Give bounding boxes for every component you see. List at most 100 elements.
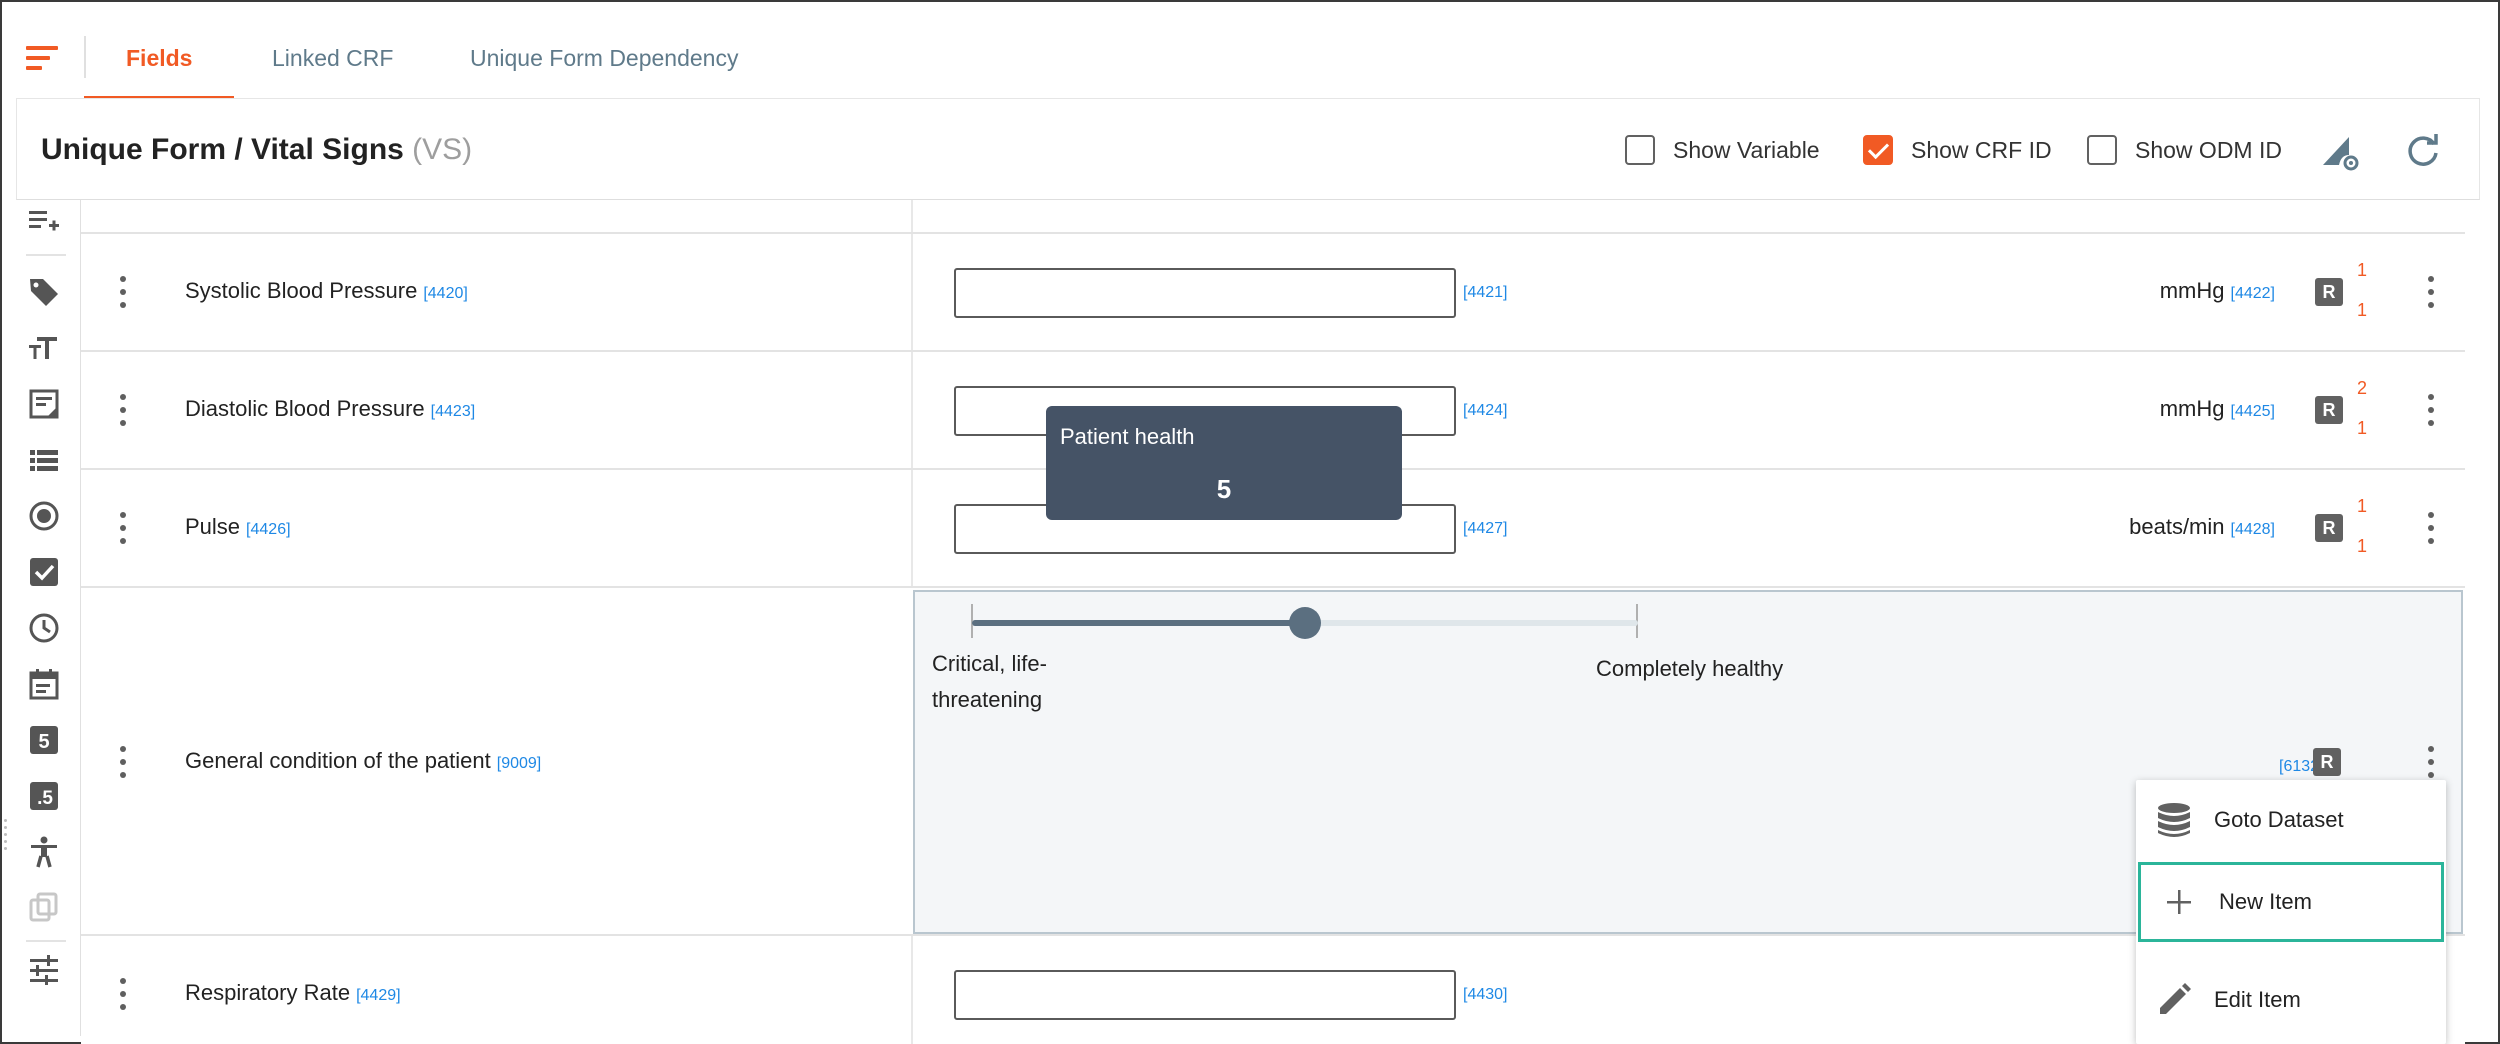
row-menu-icon[interactable] [119,746,127,778]
checkbox-box-checked[interactable] [1863,135,1893,165]
tool-divider [26,254,66,256]
context-menu: Goto Dataset New Item Edit Item [2136,780,2446,1044]
row-actions-icon[interactable] [2427,394,2435,426]
tune-icon[interactable] [24,952,64,988]
form-header: Unique Form / Vital Signs (VS) Show Vari… [16,98,2480,200]
slider-thumb[interactable] [1289,607,1321,639]
input-id: [4427] [1463,520,1508,537]
row-menu-icon[interactable] [119,978,127,1010]
checkbox-icon[interactable] [24,554,64,590]
field-id: [4426] [246,521,291,538]
page-title: Unique Form / Vital Signs (VS) [41,133,472,167]
row-menu-icon[interactable] [119,512,127,544]
settings-triangle-icon[interactable] [2317,129,2361,173]
form-title-text: Unique Form / Vital Signs [41,133,404,166]
table-row: Systolic Blood Pressure [4420] [4421] mmH… [81,234,2465,352]
slider-fill [972,620,1305,626]
calendar-icon[interactable] [24,666,64,702]
plus-icon [2157,880,2201,924]
tool-divider [26,940,66,942]
add-list-icon[interactable] [24,204,64,240]
count-bottom: 1 [2356,300,2367,320]
row-actions-icon[interactable] [2427,746,2435,778]
menu-item-label: Edit Item [2214,987,2301,1012]
field-id: [4420] [423,285,468,302]
note-icon[interactable] [24,386,64,422]
tab-fields[interactable]: Fields [126,2,192,98]
text-size-icon[interactable] [24,330,64,366]
copy-icon[interactable] [24,890,64,926]
checkbox-box[interactable] [2087,135,2117,165]
field-id: [4429] [356,987,401,1004]
checkbox-box[interactable] [1625,135,1655,165]
count-top: 1 [2356,260,2367,280]
respiratory-input[interactable] [954,970,1456,1020]
field-list: Systolic Blood Pressure [4420] [4421] mmH… [80,200,2465,1044]
tooltip-value: 5 [1216,474,1232,504]
pencil-icon [2152,978,2196,1022]
list-icon[interactable] [24,442,64,478]
systolic-input[interactable] [954,268,1456,318]
required-badge: R [2315,278,2343,306]
edit-item-menu-item[interactable]: Edit Item [2136,960,2446,1040]
resize-grip[interactable] [4,815,10,865]
table-row: Respiratory Rate [4429] [4430] [81,936,2465,1044]
slider-min-label: Critical, life- threatening [932,651,1047,712]
menu-item-label: Goto Dataset [2214,807,2344,832]
field-type-toolbar: 5 .5 [16,200,76,1036]
database-icon [2152,798,2196,842]
slider-max-label: Completely healthy [1596,656,1784,681]
radio-icon[interactable] [24,498,64,534]
table-row [81,200,2465,234]
row-menu-icon[interactable] [119,276,127,308]
row-actions-icon[interactable] [2427,512,2435,544]
row-menu-icon[interactable] [119,394,127,426]
new-item-menu-item[interactable]: New Item [2138,862,2444,942]
table-row: General condition of the patient [9009] [… [81,588,2465,936]
unit-label: beats/min [4428] [2129,514,2275,539]
show-odm-id-label: Show ODM ID [2135,136,2282,163]
show-crf-id-checkbox[interactable]: Show CRF ID [1863,135,2052,165]
input-id: [4430] [1463,986,1508,1003]
field-id: [4423] [430,403,476,420]
show-variable-checkbox[interactable]: Show Variable [1625,135,1820,165]
show-variable-label: Show Variable [1673,136,1820,163]
slider-tooltip: Patient health 5 [1046,406,1402,520]
field-label: General condition of the patient [9009] [185,748,542,773]
unit-label: mmHg [4425] [2159,396,2275,421]
required-badge: R [2315,514,2343,542]
count-bottom: 1 [2356,418,2367,438]
input-id: [4421] [1463,284,1508,301]
tab-bar: Fields Linked CRF Unique Form Dependency [2,2,2496,99]
menu-item-label: New Item [2219,889,2312,914]
goto-dataset-menu-item[interactable]: Goto Dataset [2136,780,2446,860]
refresh-icon[interactable] [2403,131,2443,171]
show-crf-id-label: Show CRF ID [1911,136,2052,163]
input-id: [4424] [1463,402,1508,419]
menu-icon[interactable] [26,46,58,70]
required-badge: R [2315,396,2343,424]
field-label: Respiratory Rate [4429] [185,980,401,1005]
tab-linked-crf[interactable]: Linked CRF [272,2,393,98]
field-label: Systolic Blood Pressure [4420] [185,278,468,303]
tab-unique-form-dependency[interactable]: Unique Form Dependency [470,2,738,98]
count-top: 1 [2356,496,2367,516]
tooltip-title: Patient health [1060,424,1195,449]
unit-label: mmHg [4422] [2159,278,2275,303]
show-odm-id-checkbox[interactable]: Show ODM ID [2087,135,2282,165]
count-top: 2 [2356,378,2367,398]
form-code: (VS) [412,133,473,166]
svg-text:5: 5 [38,731,49,753]
clock-icon[interactable] [24,610,64,646]
accessibility-icon[interactable] [24,834,64,870]
tab-divider [84,36,86,78]
count-bottom: 1 [2356,536,2367,556]
svg-text:.5: .5 [37,788,53,809]
field-label: Pulse [4426] [185,514,291,539]
required-badge: R [2313,748,2341,776]
tag-icon[interactable] [24,274,64,310]
decimal-icon[interactable]: .5 [24,778,64,814]
number-icon[interactable]: 5 [24,722,64,758]
row-actions-icon[interactable] [2427,276,2435,308]
field-id: [9009] [496,755,542,772]
